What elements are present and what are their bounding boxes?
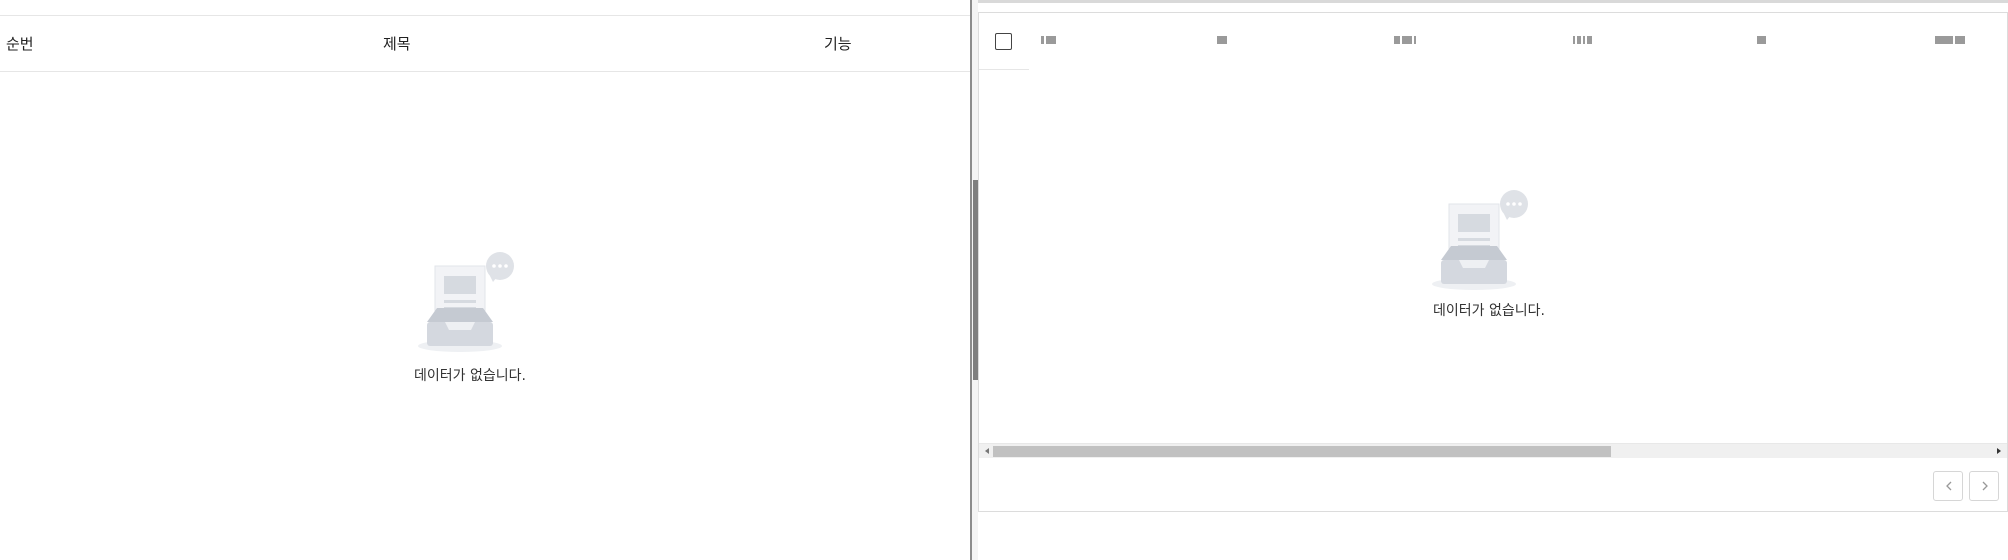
column-header-1[interactable] bbox=[1041, 35, 1058, 47]
column-header-function[interactable]: 기능 bbox=[824, 16, 852, 72]
horizontal-scrollbar-thumb[interactable] bbox=[993, 446, 1611, 457]
chevron-left-icon bbox=[1946, 481, 1952, 491]
scroll-right-arrow-icon[interactable] bbox=[1993, 446, 2003, 456]
column-header-title[interactable]: 제목 bbox=[383, 16, 411, 72]
next-page-button[interactable] bbox=[1969, 471, 1999, 501]
column-header-6[interactable] bbox=[1935, 35, 1967, 47]
panel-splitter[interactable] bbox=[970, 0, 978, 560]
empty-message: 데이터가 없습니다. bbox=[414, 368, 526, 384]
column-header-5[interactable] bbox=[1757, 35, 1768, 47]
left-empty-state: 데이터가 없습니다. bbox=[410, 250, 530, 384]
select-all-cell bbox=[979, 13, 1029, 70]
scroll-left-arrow-icon[interactable] bbox=[983, 446, 993, 456]
empty-message: 데이터가 없습니다. bbox=[1433, 303, 1545, 319]
left-panel: 순번 제목 기능 데이터가 없습니다. bbox=[0, 0, 970, 560]
column-header-4[interactable] bbox=[1573, 35, 1594, 47]
right-panel: 데이터가 없습니다. bbox=[978, 0, 2008, 560]
right-table-card: 데이터가 없습니다. bbox=[978, 12, 2008, 512]
select-all-checkbox[interactable] bbox=[995, 33, 1012, 50]
column-header-3[interactable] bbox=[1394, 35, 1418, 47]
left-table-header: 순번 제목 기능 bbox=[0, 16, 970, 72]
pagination bbox=[979, 459, 2007, 511]
right-empty-state: 데이터가 없습니다. bbox=[1429, 188, 1549, 319]
empty-inbox-icon bbox=[418, 252, 514, 352]
chevron-right-icon bbox=[1982, 481, 1988, 491]
column-header-2[interactable] bbox=[1217, 35, 1229, 47]
right-table-header bbox=[979, 13, 2008, 70]
column-header-number[interactable]: 순번 bbox=[6, 16, 34, 72]
empty-inbox-icon bbox=[1432, 190, 1528, 290]
horizontal-scrollbar[interactable] bbox=[979, 443, 2007, 458]
prev-page-button[interactable] bbox=[1933, 471, 1963, 501]
divider bbox=[978, 0, 2008, 3]
